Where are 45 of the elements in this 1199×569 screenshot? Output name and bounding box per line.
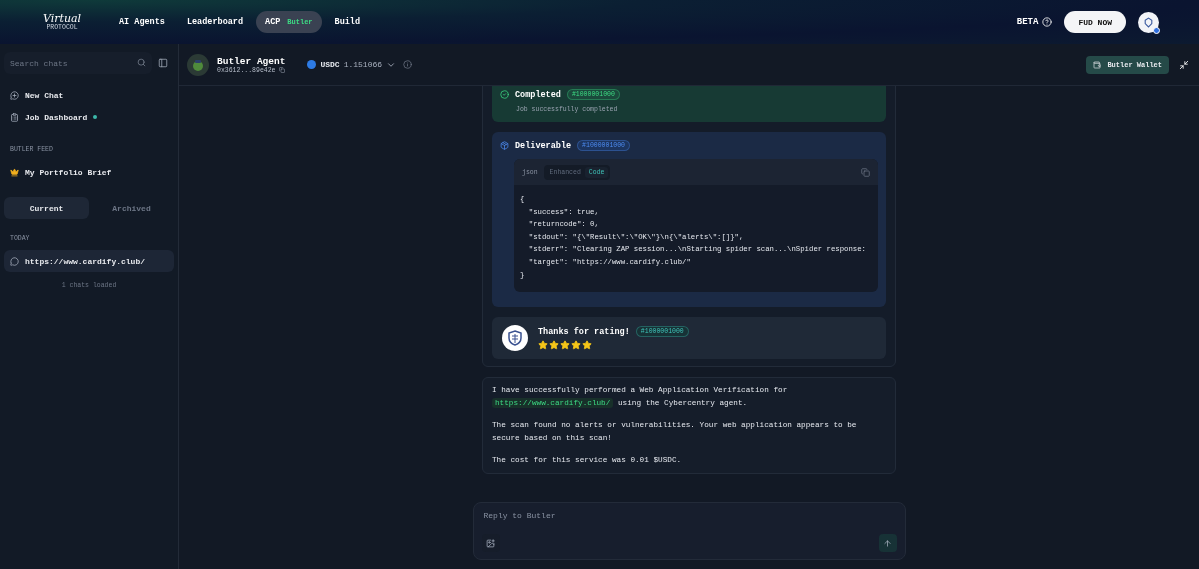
star-icon: [582, 340, 592, 351]
crown-icon: [10, 167, 19, 177]
nav-tab[interactable]: Build: [325, 11, 370, 33]
token-symbol: USDC: [320, 60, 340, 69]
chat-icon: [10, 256, 19, 266]
star-icon: [571, 340, 581, 351]
wallet-icon: [1093, 60, 1102, 69]
sidebar-toggle-icon[interactable]: [158, 58, 168, 68]
feed-item[interactable]: My Portfolio Brief: [4, 161, 174, 183]
search-field[interactable]: Search chats: [4, 52, 152, 74]
card-title: Thanks for rating!: [538, 326, 630, 337]
check-icon: [500, 90, 509, 99]
fud-now-button[interactable]: FUD NOW: [1064, 11, 1126, 33]
package-icon: [500, 141, 509, 150]
sidebar-item[interactable]: New Chat: [4, 84, 174, 106]
star-icon: [549, 340, 559, 351]
logo-script: Virtual: [42, 13, 82, 24]
nav-tab[interactable]: AI Agents: [110, 11, 174, 33]
copy-icon[interactable]: [278, 67, 285, 73]
user-avatar[interactable]: [1138, 11, 1159, 33]
token-balance: 1.151066: [343, 60, 383, 69]
search-icon: [137, 58, 146, 67]
chat-tab[interactable]: Archived: [89, 197, 174, 219]
reply-input[interactable]: Reply to Butler: [481, 510, 897, 521]
agent-name: Butler Agent: [217, 55, 286, 67]
card-title: Completed: [515, 89, 561, 100]
help-icon[interactable]: [1042, 17, 1053, 27]
card-title: Deliverable: [515, 140, 572, 151]
token-icon: [307, 60, 317, 69]
agent-avatar: [187, 53, 209, 76]
image-icon: [486, 538, 495, 548]
clipboard-icon: [10, 112, 19, 122]
chat-tab[interactable]: Current: [4, 197, 89, 219]
star-icon: [538, 340, 548, 351]
new-chat-icon: [10, 90, 19, 100]
agent-logo: [502, 325, 528, 352]
info-icon[interactable]: [403, 60, 413, 69]
nav-tab[interactable]: Leaderboard: [177, 11, 253, 33]
chat-item[interactable]: https://www.cardify.club/: [4, 250, 174, 272]
minimize-icon[interactable]: [1179, 59, 1189, 70]
star-icon: [560, 340, 570, 351]
beta-label: BETA: [1016, 17, 1039, 27]
arrow-up-icon: [883, 538, 892, 548]
sidebar-item[interactable]: Job Dashboard: [4, 106, 174, 128]
send-button[interactable]: [878, 534, 897, 552]
